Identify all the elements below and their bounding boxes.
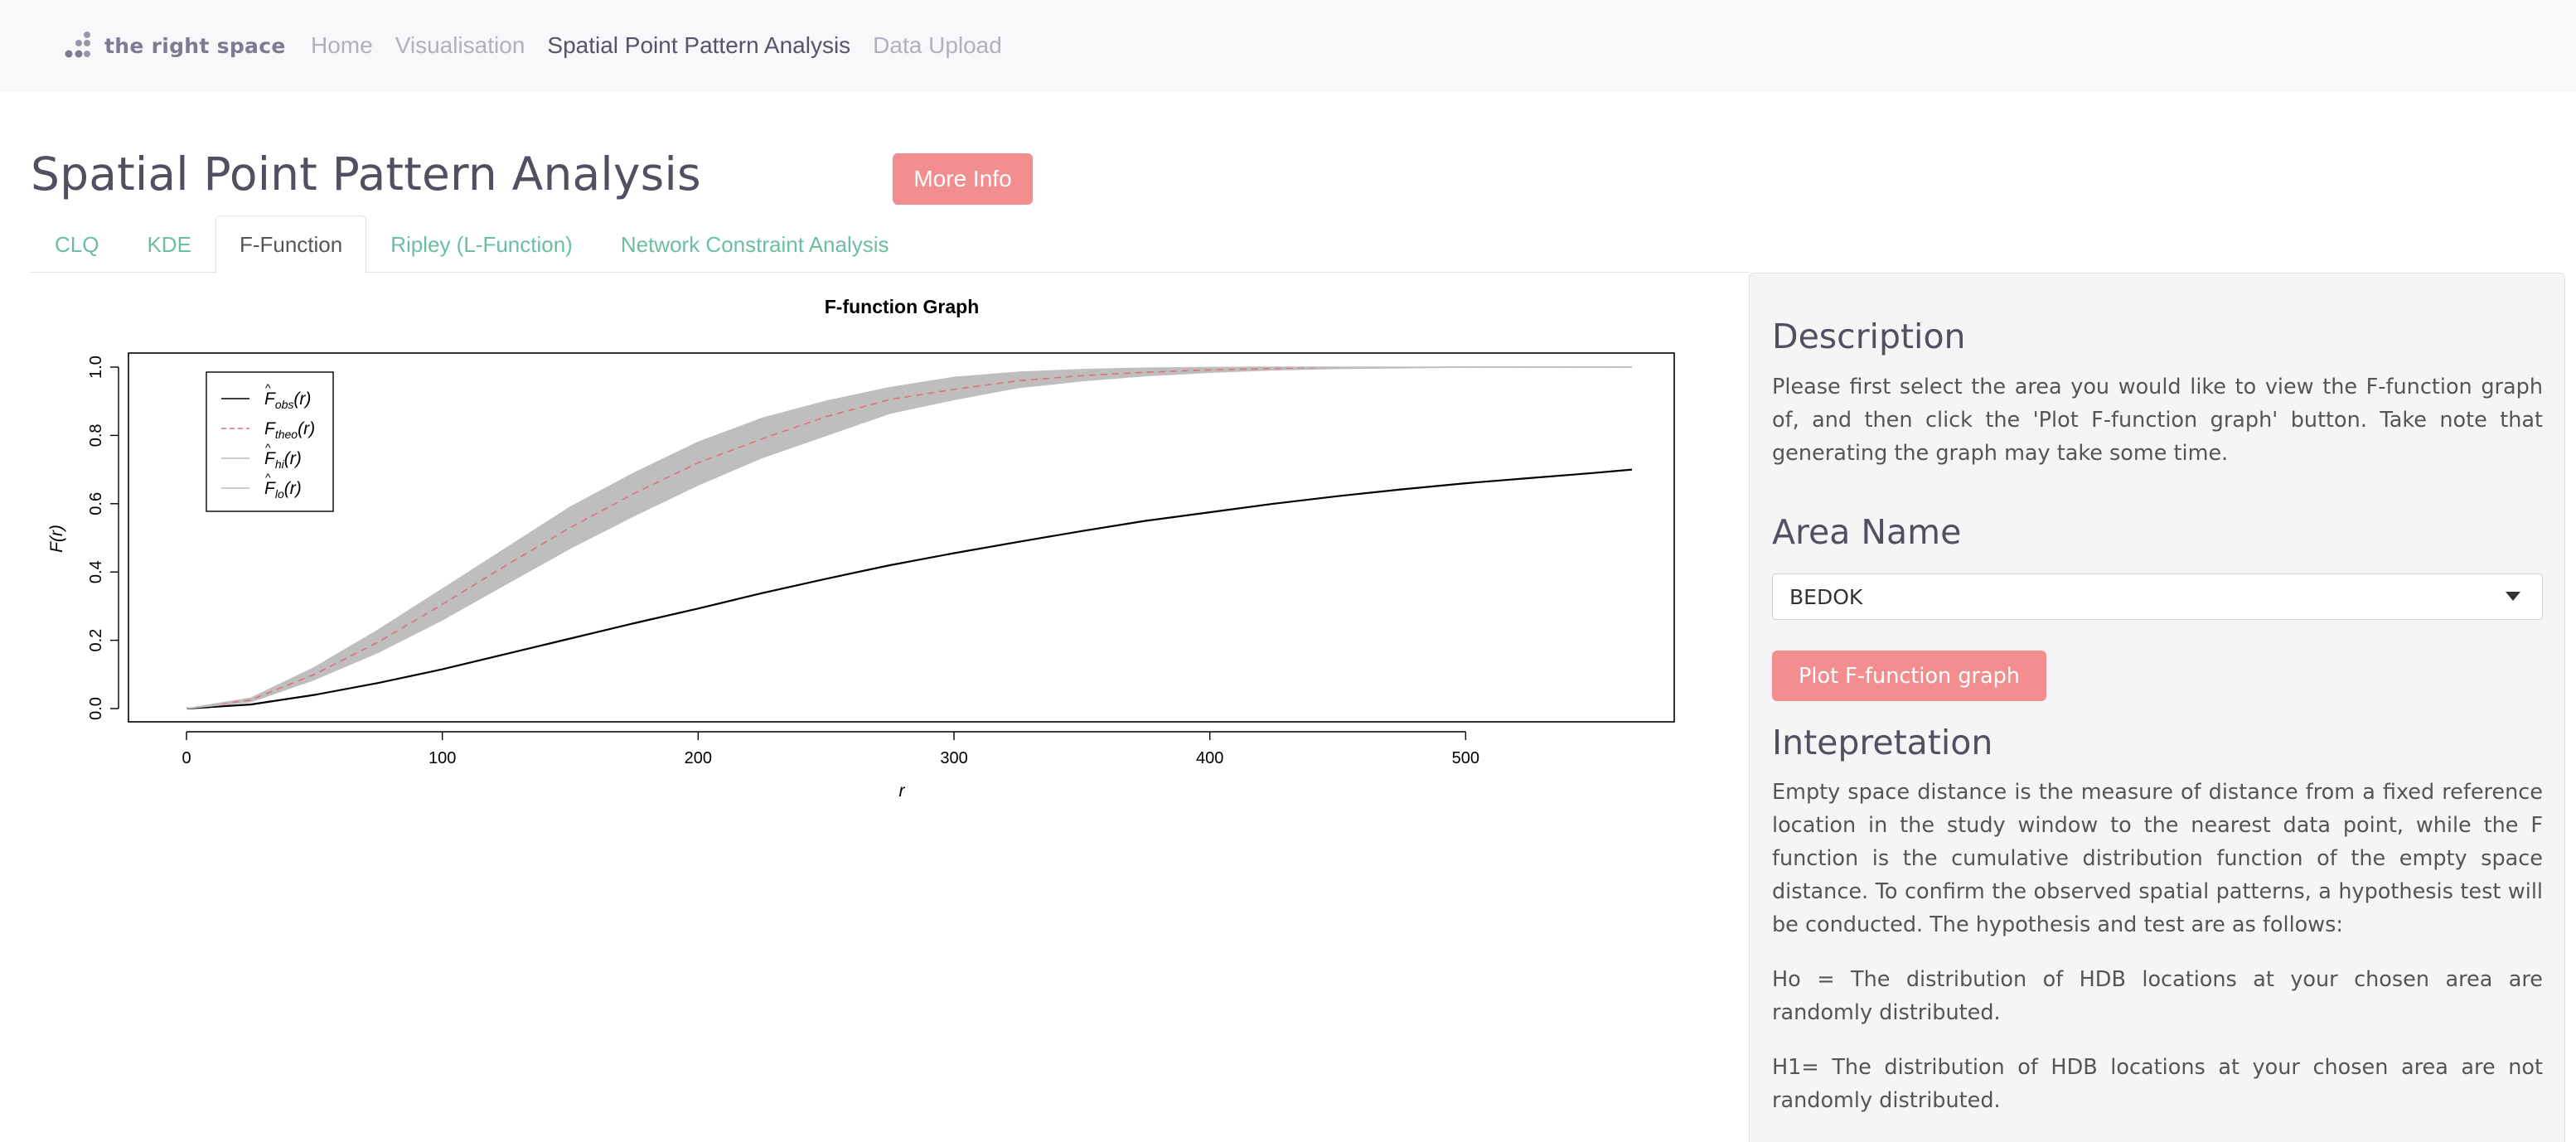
legend-hat-lo: ^ bbox=[265, 471, 271, 484]
sidebar-panel: Description Please first select the area… bbox=[1749, 273, 2565, 1142]
area-name-select[interactable]: BEDOK bbox=[1772, 573, 2543, 620]
f-function-chart: F-function Graph 0 100 200 300 400 500 0.0 0.2 0… bbox=[31, 286, 1763, 816]
brand-name: the right space bbox=[104, 33, 286, 58]
interpretation-text: Empty space distance is the measure of d… bbox=[1772, 780, 2543, 937]
y-tick-label: 0.4 bbox=[87, 560, 105, 583]
analysis-tabs: CLQ KDE F-Function Ripley (L-Function) N… bbox=[31, 215, 913, 273]
tab-f-function[interactable]: F-Function bbox=[215, 215, 367, 273]
x-tick-label: 0 bbox=[182, 749, 191, 767]
h0-text: Ho = The distribution of HDB locations a… bbox=[1772, 967, 2543, 1025]
nav-visualisation[interactable]: Visualisation bbox=[395, 32, 525, 59]
y-tick-label: 0.8 bbox=[87, 423, 105, 447]
area-name-heading: Area Name bbox=[1772, 512, 1962, 552]
tab-ripley-l-function[interactable]: Ripley (L-Function) bbox=[366, 215, 597, 273]
series-line-theo bbox=[186, 366, 1632, 709]
y-tick-label: 0.0 bbox=[87, 697, 105, 720]
series-line-hi bbox=[186, 366, 1632, 709]
chart-svg: F-function Graph 0 100 200 300 400 500 0.0 0.2 0… bbox=[47, 296, 1675, 801]
area-selected-value: BEDOK bbox=[1789, 584, 1863, 609]
description-text: Please first select the area you would l… bbox=[1772, 375, 2543, 466]
y-tick-label: 0.2 bbox=[87, 629, 105, 652]
x-tick-label: 300 bbox=[940, 749, 967, 767]
chart-legend: Fobs(r)^Ftheo(r)Fhi(r)^Flo(r)^ bbox=[206, 371, 334, 512]
nav-home[interactable]: Home bbox=[311, 32, 373, 59]
interpretation-heading: Intepretation bbox=[1772, 723, 1993, 762]
h1-text: H1= The distribution of HDB locations at… bbox=[1772, 1055, 2543, 1113]
dots-logo-icon bbox=[65, 31, 90, 58]
envelope-band bbox=[186, 367, 1632, 709]
description-heading: Description bbox=[1772, 317, 1966, 356]
nav-spatial-point-pattern-analysis[interactable]: Spatial Point Pattern Analysis bbox=[547, 32, 850, 59]
x-tick-label: 400 bbox=[1196, 749, 1223, 767]
y-axis-label: F(r) bbox=[47, 525, 66, 553]
y-tick-label: 0.6 bbox=[87, 492, 105, 515]
legend-hat-obs: ^ bbox=[265, 381, 271, 394]
chart-plot-area bbox=[186, 366, 1633, 710]
tab-clq[interactable]: CLQ bbox=[31, 215, 123, 273]
nav-links: Home Visualisation Spatial Point Pattern… bbox=[311, 25, 1024, 66]
y-tick-label: 1.0 bbox=[87, 356, 105, 379]
x-tick-label: 500 bbox=[1452, 749, 1479, 767]
x-axis-label: r bbox=[899, 781, 906, 801]
more-info-button[interactable]: More Info bbox=[893, 153, 1033, 205]
series-line-obs bbox=[186, 468, 1633, 710]
plot-f-function-button[interactable]: Plot F-function graph bbox=[1772, 651, 2046, 701]
legend-hat-hi: ^ bbox=[265, 441, 271, 454]
tab-kde[interactable]: KDE bbox=[123, 215, 215, 273]
caret-down-icon bbox=[2506, 592, 2520, 601]
x-tick-label: 100 bbox=[429, 749, 456, 767]
tab-network-constraint-analysis[interactable]: Network Constraint Analysis bbox=[597, 215, 913, 273]
brand[interactable]: the right space bbox=[63, 25, 286, 66]
x-tick-label: 200 bbox=[685, 749, 712, 767]
navbar: the right space Home Visualisation Spati… bbox=[0, 0, 2576, 91]
nav-data-upload[interactable]: Data Upload bbox=[873, 32, 1002, 59]
chart-title: F-function Graph bbox=[825, 296, 980, 317]
series-line-lo bbox=[186, 366, 1632, 709]
page-title: Spatial Point Pattern Analysis bbox=[31, 148, 701, 201]
